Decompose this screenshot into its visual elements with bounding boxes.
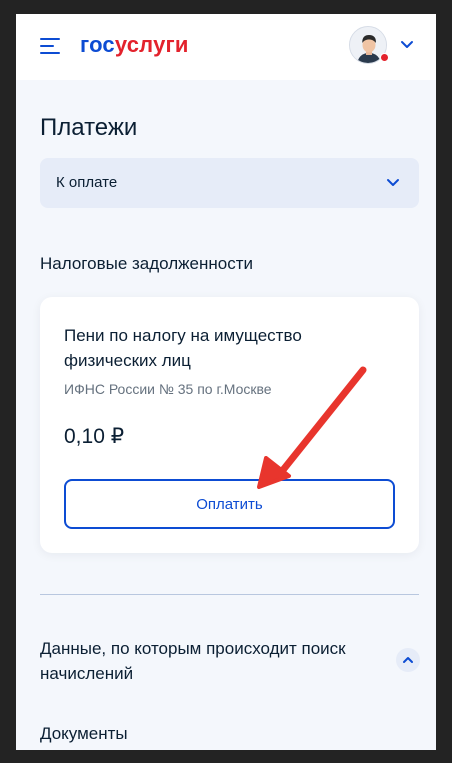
chevron-down-icon: [387, 179, 399, 186]
logo-part-uslugi: услуги: [114, 32, 189, 57]
notification-dot: [380, 53, 389, 62]
chevron-down-icon[interactable]: [400, 40, 414, 50]
debt-title: Пени по налогу на имущество физических л…: [64, 326, 302, 370]
accordion-toggle-button[interactable]: [396, 648, 420, 672]
hamburger-menu-icon[interactable]: [40, 38, 60, 54]
payments-filter-select[interactable]: К оплате: [40, 158, 419, 208]
documents-title[interactable]: Документы: [40, 724, 128, 744]
app-screen: госуслуги Платежи К оплате Налоговые зад…: [16, 14, 436, 750]
chevron-up-icon: [403, 657, 413, 663]
divider: [40, 594, 419, 595]
accordion-title-search-data[interactable]: Данные, по которым происходит поиск начи…: [40, 636, 370, 686]
pay-button[interactable]: Оплатить: [64, 479, 395, 529]
app-header: госуслуги: [16, 14, 436, 80]
page-title: Платежи: [40, 114, 138, 141]
select-value: К оплате: [56, 174, 118, 191]
debt-amount: 0,10 ₽: [64, 425, 125, 448]
debt-organization: ИФНС России № 35 по г.Москве: [64, 381, 272, 397]
gosuslugi-logo[interactable]: госуслуги: [80, 32, 189, 58]
debt-card: Пени по налогу на имущество физических л…: [40, 297, 419, 553]
section-title-tax-debts: Налоговые задолженности: [40, 254, 254, 273]
logo-part-gos: гос: [80, 32, 115, 57]
